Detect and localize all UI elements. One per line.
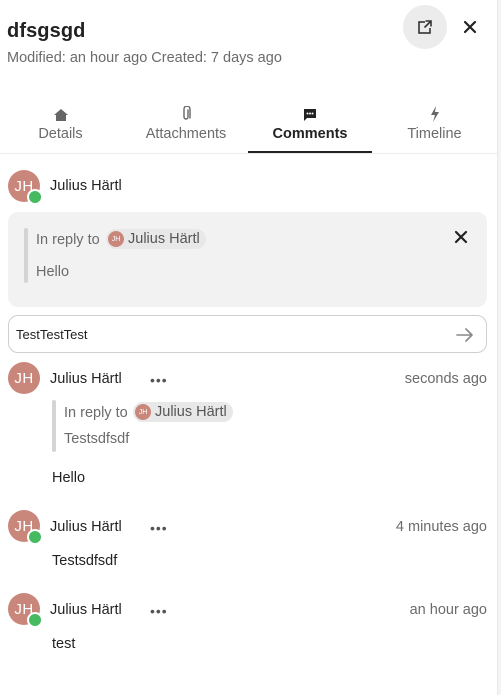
status-online-indicator	[27, 529, 43, 545]
arrow-right-icon	[456, 328, 473, 342]
mention-chip[interactable]: JH Julius Härtl	[133, 402, 233, 422]
status-online-indicator	[27, 189, 43, 205]
tab-attachments[interactable]: Attachments	[124, 100, 248, 154]
card-title: dfsgsgd	[7, 20, 86, 42]
status-online-indicator	[27, 612, 43, 628]
mini-avatar: JH	[108, 231, 124, 247]
close-button[interactable]	[448, 5, 492, 49]
comment-author: Julius Härtl	[50, 519, 122, 535]
tab-timeline[interactable]: Timeline	[372, 100, 497, 154]
comment-text: test	[52, 636, 76, 652]
card-dates: Modified: an hour ago Created: 7 days ag…	[7, 50, 282, 66]
home-icon	[53, 109, 68, 121]
comment-input[interactable]: TestTestTest	[8, 315, 487, 353]
lightning-icon	[430, 106, 439, 122]
comment-time: an hour ago	[409, 602, 487, 618]
quote-bar	[52, 400, 56, 452]
quoted-text: Hello	[36, 264, 70, 280]
paperclip-icon	[183, 106, 191, 120]
comment-time: seconds ago	[404, 371, 487, 387]
reply-preview: In reply to JH Julius Härtl Hello	[8, 212, 487, 307]
comment-item: JH Julius Härtl ••• 4 minutes ago Testsd…	[0, 510, 497, 570]
reply-label: In reply to	[64, 405, 128, 421]
comment-icon	[304, 109, 316, 121]
reply-label: In reply to	[36, 232, 100, 248]
cancel-reply-button[interactable]	[454, 230, 468, 244]
close-icon	[454, 230, 468, 244]
quoted-text: Testsdfsdf	[64, 431, 130, 447]
comment-author: Julius Härtl	[50, 602, 122, 618]
mention-name: Julius Härtl	[155, 404, 227, 420]
open-external-button[interactable]	[403, 5, 447, 49]
tab-details[interactable]: Details	[0, 100, 121, 154]
external-link-icon	[418, 20, 433, 34]
more-actions-button[interactable]: •••	[150, 520, 168, 536]
send-button[interactable]	[452, 322, 478, 348]
comment-author: Julius Härtl	[50, 371, 122, 387]
comment-text: Testsdfsdf	[52, 553, 118, 569]
more-actions-button[interactable]: •••	[150, 603, 168, 619]
active-tab-indicator	[248, 151, 372, 153]
comment-item: JH Julius Härtl ••• an hour ago test	[0, 593, 497, 653]
comment-item: JH Julius Härtl ••• seconds ago In reply…	[0, 362, 497, 492]
avatar[interactable]: JH	[8, 362, 40, 394]
mention-name: Julius Härtl	[128, 231, 200, 247]
mention-chip[interactable]: JH Julius Härtl	[106, 229, 206, 249]
tab-comments[interactable]: Comments	[248, 100, 372, 154]
comment-time: 4 minutes ago	[395, 519, 487, 535]
tab-bar: Details Attachments Comments Timeline	[0, 100, 497, 154]
editor-author-name: Julius Härtl	[50, 178, 122, 194]
comment-text: Hello	[52, 470, 86, 486]
scrollbar-track[interactable]	[497, 0, 501, 695]
mini-avatar: JH	[135, 404, 151, 420]
more-actions-button[interactable]: •••	[150, 372, 168, 388]
quote-bar	[24, 228, 28, 283]
close-icon	[463, 20, 477, 34]
